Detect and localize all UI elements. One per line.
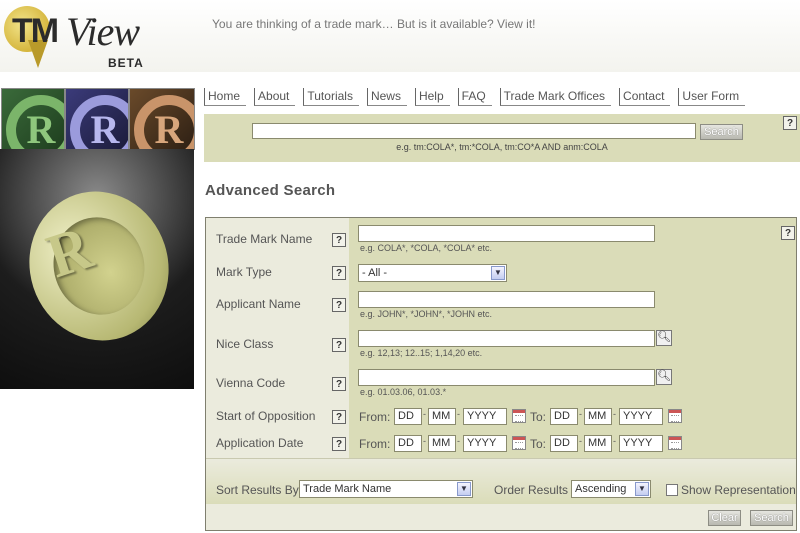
nice-class-label: Nice Class — [216, 337, 274, 351]
nav-user-form[interactable]: User Form — [678, 88, 746, 106]
application-from-year[interactable]: YYYY — [463, 435, 507, 452]
vienna-code-help-icon[interactable]: ? — [332, 377, 346, 391]
date-separator: - — [457, 436, 460, 446]
vienna-code-input[interactable] — [358, 369, 655, 386]
sort-results-select[interactable]: Trade Mark Name ▼ — [299, 480, 473, 498]
sort-bar — [206, 458, 796, 505]
nav-tutorials[interactable]: Tutorials — [303, 88, 359, 106]
mark-type-help-icon[interactable]: ? — [332, 266, 346, 280]
application-date-label: Application Date — [216, 436, 304, 450]
blue-trademark-image: R — [65, 88, 129, 150]
tile-r-letter: R — [70, 95, 128, 149]
tile-r-letter: R — [6, 95, 64, 149]
applicant-name-help-icon[interactable]: ? — [332, 298, 346, 312]
start-of-opposition-label: Start of Opposition — [216, 409, 316, 423]
trade-mark-name-hint: e.g. COLA*, *COLA, *COLA* etc. — [360, 243, 493, 253]
nav-faq[interactable]: FAQ — [457, 88, 492, 106]
calendar-icon[interactable] — [668, 436, 682, 450]
calendar-icon[interactable] — [512, 409, 526, 423]
date-separator: - — [423, 409, 426, 419]
application-to-day[interactable]: DD — [550, 435, 578, 452]
nav-home[interactable]: Home — [204, 88, 247, 106]
application-to-month[interactable]: MM — [584, 435, 612, 452]
opposition-from-label: From: — [359, 410, 391, 424]
quick-search-input[interactable] — [252, 123, 696, 139]
opposition-to-month[interactable]: MM — [584, 408, 612, 425]
trade-mark-name-help-icon[interactable]: ? — [332, 233, 346, 247]
green-trademark-image: R — [1, 88, 65, 150]
application-date-help-icon[interactable]: ? — [332, 437, 346, 451]
vienna-code-label: Vienna Code — [216, 376, 286, 390]
application-from-month[interactable]: MM — [428, 435, 456, 452]
order-results-select[interactable]: Ascending ▼ — [571, 480, 651, 498]
logo-beta-text: BETA — [108, 56, 144, 70]
nice-class-input[interactable] — [358, 330, 655, 347]
date-separator: - — [423, 436, 426, 446]
nice-class-help-icon[interactable]: ? — [332, 338, 346, 352]
quick-search-help-icon[interactable]: ? — [783, 116, 797, 130]
bronze-trademark-image: R — [129, 88, 195, 150]
mark-type-select[interactable]: - All - ▼ — [358, 264, 507, 282]
tmview-logo[interactable]: TM View BETA — [2, 4, 152, 70]
date-separator: - — [613, 436, 616, 446]
application-to-label: To: — [530, 437, 547, 451]
nav-about[interactable]: About — [254, 88, 296, 106]
clear-button[interactable]: Clear — [708, 510, 741, 526]
sort-results-value: Trade Mark Name — [303, 483, 392, 495]
logo-view-text: View — [66, 9, 140, 54]
applicant-name-hint: e.g. JOHN*, *JOHN*, *JOHN etc. — [360, 309, 493, 319]
nav-news[interactable]: News — [366, 88, 407, 106]
mark-type-value: - All - — [362, 267, 388, 279]
sort-results-label: Sort Results By — [216, 483, 299, 497]
logo-tm-text: TM — [12, 12, 59, 50]
chevron-down-icon: ▼ — [491, 266, 505, 280]
show-representation-checkbox[interactable] — [666, 484, 678, 496]
application-from-label: From: — [359, 437, 391, 451]
trade-mark-name-label: Trade Mark Name — [216, 232, 313, 246]
nav-contact[interactable]: Contact — [619, 88, 671, 106]
registered-symbol-image: R — [0, 149, 194, 389]
calendar-icon[interactable] — [668, 409, 682, 423]
trade-mark-name-input[interactable] — [358, 225, 655, 242]
advanced-help-icon[interactable]: ? — [781, 226, 795, 240]
nav-trade-mark-offices[interactable]: Trade Mark Offices — [499, 88, 612, 106]
main-nav: Home About Tutorials News Help FAQ Trade… — [204, 88, 753, 106]
show-representation-label: Show Representation — [681, 483, 796, 497]
date-separator: - — [613, 409, 616, 419]
chevron-down-icon: ▼ — [635, 482, 649, 496]
opposition-to-day[interactable]: DD — [550, 408, 578, 425]
tagline: You are thinking of a trade mark… But is… — [212, 17, 536, 31]
mark-type-label: Mark Type — [216, 265, 272, 279]
quick-search-hint: e.g. tm:COLA*, tm:*COLA, tm:CO*A AND anm… — [396, 142, 608, 152]
search-icon[interactable]: 🔍︎ — [656, 369, 672, 385]
applicant-name-input[interactable] — [358, 291, 655, 308]
opposition-to-year[interactable]: YYYY — [619, 408, 663, 425]
chevron-down-icon: ▼ — [457, 482, 471, 496]
calendar-icon[interactable] — [512, 436, 526, 450]
opposition-from-day[interactable]: DD — [394, 408, 422, 425]
applicant-name-label: Applicant Name — [216, 297, 301, 311]
search-icon[interactable]: 🔍︎ — [656, 330, 672, 346]
date-separator: - — [579, 436, 582, 446]
start-of-opposition-help-icon[interactable]: ? — [332, 410, 346, 424]
opposition-from-year[interactable]: YYYY — [463, 408, 507, 425]
opposition-to-label: To: — [530, 410, 547, 424]
registered-ring: R — [10, 173, 188, 359]
date-separator: - — [579, 409, 582, 419]
order-results-label: Order Results — [494, 483, 569, 497]
date-separator: - — [457, 409, 460, 419]
vienna-code-hint: e.g. 01.03.06, 01.03.* — [360, 387, 447, 397]
quick-search-button[interactable]: Search — [700, 124, 743, 140]
page-title: Advanced Search — [205, 182, 336, 199]
tile-r-letter: R — [134, 95, 194, 149]
search-button[interactable]: Search — [750, 510, 793, 526]
nice-class-hint: e.g. 12,13; 12..15; 1,14,20 etc. — [360, 348, 483, 358]
opposition-from-month[interactable]: MM — [428, 408, 456, 425]
order-results-value: Ascending — [575, 483, 627, 495]
application-from-day[interactable]: DD — [394, 435, 422, 452]
nav-help[interactable]: Help — [414, 88, 450, 106]
application-to-year[interactable]: YYYY — [619, 435, 663, 452]
